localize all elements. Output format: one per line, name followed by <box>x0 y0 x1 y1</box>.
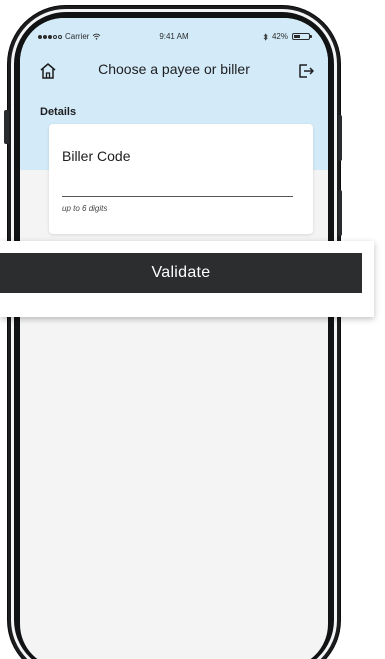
app-screen: Carrier 9:41 AM 42% Choose a payee or bi… <box>20 18 328 659</box>
battery-icon <box>292 33 312 40</box>
battery-percent: 42% <box>271 32 288 41</box>
status-right: 42% <box>263 32 312 41</box>
biller-code-hint: up to 6 digits <box>62 204 108 213</box>
validate-bar: Validate <box>0 241 374 317</box>
logout-icon[interactable] <box>296 61 316 81</box>
biller-code-input[interactable] <box>62 176 293 197</box>
page-title: Choose a payee or biller <box>98 61 250 77</box>
mute-switch <box>4 110 9 144</box>
status-bar: Carrier 9:41 AM 42% <box>20 32 328 46</box>
volume-up-button <box>338 115 342 161</box>
stage: Carrier 9:41 AM 42% Choose a payee or bi… <box>0 0 385 659</box>
validate-button[interactable]: Validate <box>0 253 362 293</box>
nav-bar: Choose a payee or biller <box>20 56 328 86</box>
bluetooth-icon <box>263 32 268 41</box>
biller-details-card: Biller Code up to 6 digits <box>49 124 313 234</box>
section-label-details: Details <box>40 106 77 118</box>
battery-fill <box>294 35 300 38</box>
volume-down-button <box>338 190 342 236</box>
biller-code-label: Biller Code <box>62 148 131 164</box>
